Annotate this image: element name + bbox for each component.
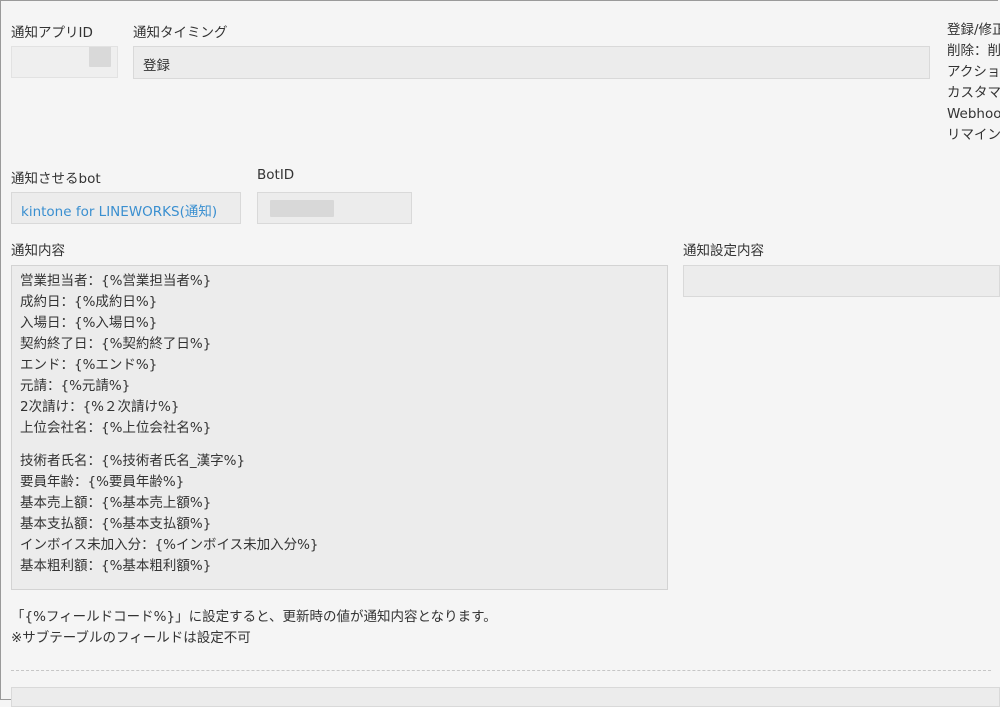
content-line: 基本支払額：{%基本支払額%}	[20, 516, 212, 532]
bot-label: 通知させるbot	[11, 171, 101, 187]
section-divider	[11, 670, 991, 671]
content-label: 通知内容	[11, 243, 65, 259]
timing-option[interactable]: Webhoo	[947, 104, 1000, 125]
app-id-label: 通知アプリID	[11, 25, 93, 41]
content-line: 技術者氏名：{%技術者氏名_漢字%}	[20, 453, 246, 469]
content-line: 元請：{%元請%}	[20, 378, 131, 394]
content-line: 成約日：{%成約日%}	[20, 294, 158, 310]
content-line: インボイス未加入分：{%インボイス未加入分%}	[20, 537, 319, 553]
timing-option[interactable]: リマイン	[947, 125, 1000, 146]
content-line: 基本粗利額：{%基本粗利額%}	[20, 558, 212, 574]
timing-option[interactable]: アクショ	[947, 62, 1000, 83]
redacted-block	[89, 47, 111, 67]
timing-option[interactable]: カスタマ	[947, 83, 1000, 104]
content-line: 要員年齢：{%要員年齢%}	[20, 474, 185, 490]
bot-field[interactable]: kintone for LINEWORKS(通知)	[11, 192, 241, 224]
content-line: 2次請け：{%２次請け%}	[20, 399, 180, 415]
bot-id-label: BotID	[257, 167, 295, 183]
settings-label: 通知設定内容	[683, 243, 764, 259]
bot-id-field[interactable]	[257, 192, 412, 224]
timing-option[interactable]: 登録/修正	[947, 20, 1000, 41]
bot-value[interactable]: kintone for LINEWORKS(通知)	[21, 200, 217, 220]
content-line: 基本売上額：{%基本売上額%}	[20, 495, 212, 511]
content-line: 入場日：{%入場日%}	[20, 315, 158, 331]
timing-select[interactable]: 登録	[133, 46, 930, 79]
content-line: 営業担当者：{%営業担当者%}	[20, 273, 212, 289]
subtable-note: ※サブテーブルのフィールドは設定不可	[11, 630, 251, 646]
timing-option[interactable]: 削除：削	[947, 41, 1000, 62]
timing-label: 通知タイミング	[133, 25, 228, 41]
app-id-field[interactable]	[11, 46, 118, 78]
timing-value: 登録	[143, 58, 170, 74]
content-line: エンド：{%エンド%}	[20, 357, 158, 373]
content-line: 上位会社名：{%上位会社名%}	[20, 420, 212, 436]
timing-options-list: 登録/修正 削除：削 アクショ カスタマ Webhoo リマイン	[947, 20, 1000, 146]
content-line: 契約終了日：{%契約終了日%}	[20, 336, 212, 352]
content-textarea[interactable]: 営業担当者：{%営業担当者%} 成約日：{%成約日%} 入場日：{%入場日%} …	[11, 265, 668, 590]
settings-field[interactable]	[683, 265, 1000, 297]
field-code-note: 「{%フィールドコード%}」に設定すると、更新時の値が通知内容となります。	[11, 609, 497, 625]
redacted-block	[270, 200, 334, 217]
next-section-field[interactable]	[11, 687, 1000, 707]
